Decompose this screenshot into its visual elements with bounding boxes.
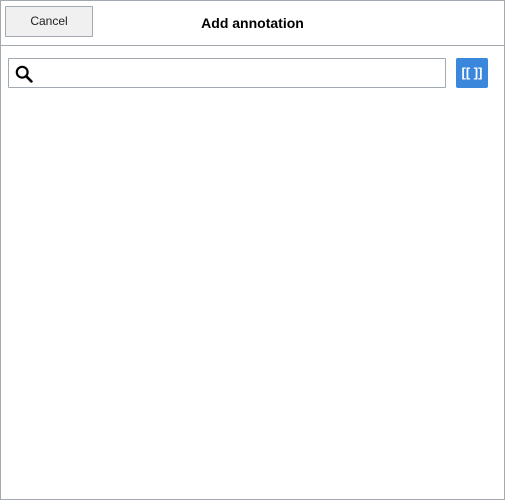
search-input[interactable] [39, 59, 439, 87]
search-field[interactable] [8, 58, 446, 88]
search-icon [15, 65, 33, 83]
add-annotation-dialog: Cancel Add annotation [[ ]] [0, 0, 505, 500]
search-results-area [2, 97, 503, 497]
wikitext-link-button[interactable]: [[ ]] [456, 58, 488, 88]
dialog-header: Cancel Add annotation [1, 1, 504, 46]
cancel-button[interactable]: Cancel [5, 6, 93, 37]
